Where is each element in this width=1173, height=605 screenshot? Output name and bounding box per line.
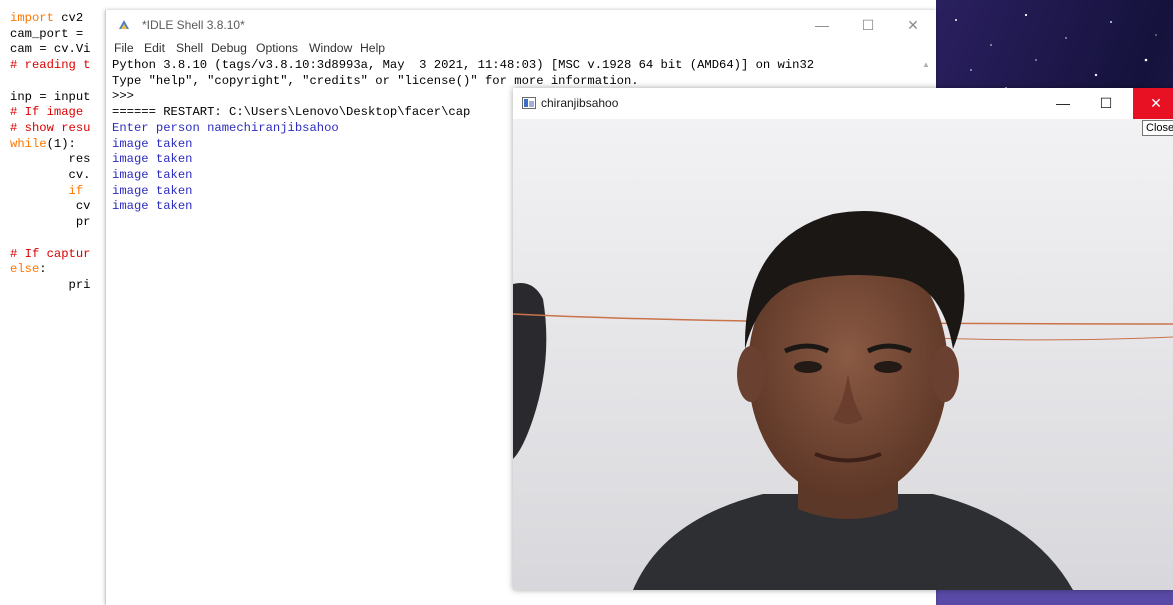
code-editor-text: import cv2 cam_port = cam = cv.Vi # readin…: [10, 11, 90, 294]
minimize-button[interactable]: —: [799, 10, 845, 40]
code-comment: # If captur: [10, 246, 91, 261]
camera-titlebar[interactable]: chiranjibsahoo — ☐ ✕: [513, 88, 1173, 119]
minimize-button[interactable]: —: [1040, 88, 1086, 119]
camera-window: chiranjibsahoo — ☐ ✕: [513, 88, 1173, 590]
webcam-image: [513, 119, 1173, 590]
code-comment: # show resu: [10, 120, 91, 135]
code-line: cam = cv.Vi: [10, 42, 91, 57]
code-keyword: while: [10, 136, 47, 151]
idle-menubar: File Edit Shell Debug Options Window Hel…: [106, 40, 936, 57]
maximize-button[interactable]: ☐: [845, 10, 891, 40]
code-text: (1):: [46, 136, 76, 151]
idle-titlebar[interactable]: *IDLE Shell 3.8.10* — ☐ ✕: [106, 10, 936, 40]
menu-debug[interactable]: Debug: [211, 41, 247, 55]
code-keyword: import: [10, 11, 54, 25]
menu-window[interactable]: Window: [309, 41, 352, 55]
code-line: cv.: [10, 168, 91, 183]
code-line: import cv2: [10, 11, 90, 27]
menu-help[interactable]: Help: [360, 41, 385, 55]
code-keyword: else: [10, 262, 40, 277]
opencv-window-icon: [522, 97, 536, 109]
code-comment: # reading t: [10, 58, 91, 73]
menu-shell[interactable]: Shell: [176, 41, 203, 55]
code-text: cv2: [53, 11, 84, 25]
maximize-button[interactable]: ☐: [1083, 88, 1129, 119]
code-line: cam_port =: [10, 26, 91, 41]
code-line: pr: [10, 215, 91, 230]
camera-window-title: chiranjibsahoo: [541, 96, 619, 110]
code-text: :: [39, 262, 47, 277]
code-line: if: [10, 184, 90, 200]
python-idle-icon: [117, 18, 131, 32]
close-button[interactable]: ✕: [890, 10, 936, 40]
menu-edit[interactable]: Edit: [144, 41, 165, 55]
code-line: pri: [10, 277, 91, 292]
close-tooltip: Close: [1142, 120, 1173, 136]
code-comment: # If image: [10, 105, 91, 120]
menu-options[interactable]: Options: [256, 41, 298, 55]
idle-window-title: *IDLE Shell 3.8.10*: [142, 18, 245, 32]
code-line: while(1):: [10, 137, 90, 153]
scroll-up-arrow-icon[interactable]: ▲: [922, 60, 930, 69]
code-keyword: if: [10, 183, 84, 198]
menu-file[interactable]: File: [114, 41, 134, 55]
close-button[interactable]: ✕: [1133, 88, 1173, 119]
code-line: res: [10, 152, 91, 167]
code-line: inp = input: [10, 89, 91, 104]
shell-line: Python 3.8.10 (tags/v3.8.10:3d8993a, May…: [112, 58, 815, 72]
code-line: else:: [10, 262, 90, 278]
webcam-frame: [513, 119, 1173, 590]
code-line: cv: [10, 199, 91, 214]
code-editor-window: import cv2 cam_port = cam = cv.Vi # readin…: [0, 0, 115, 605]
